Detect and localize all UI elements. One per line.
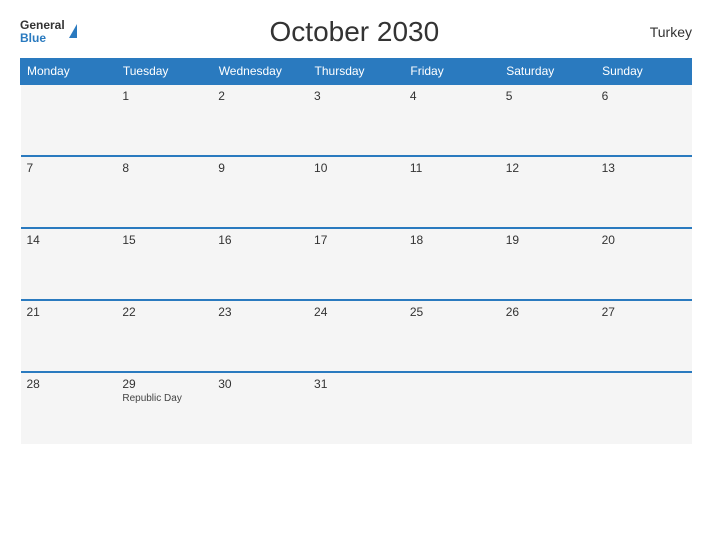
day-number: 23 [218, 305, 302, 319]
day-number: 15 [122, 233, 206, 247]
day-number: 5 [506, 89, 590, 103]
day-number: 18 [410, 233, 494, 247]
day-number: 20 [602, 233, 686, 247]
day-number: 21 [27, 305, 111, 319]
day-number: 26 [506, 305, 590, 319]
day-number: 9 [218, 161, 302, 175]
header-tuesday: Tuesday [116, 59, 212, 85]
calendar-day-cell: 4 [404, 84, 500, 156]
day-number: 3 [314, 89, 398, 103]
calendar-day-cell: 2 [212, 84, 308, 156]
day-number: 13 [602, 161, 686, 175]
day-number: 10 [314, 161, 398, 175]
calendar-week-row: 21 22 23 24 25 26 27 [21, 300, 692, 372]
day-number: 12 [506, 161, 590, 175]
header-monday: Monday [21, 59, 117, 85]
calendar-week-row: 14 15 16 17 18 19 20 [21, 228, 692, 300]
header-saturday: Saturday [500, 59, 596, 85]
logo-text: General Blue [20, 19, 65, 45]
day-number: 28 [27, 377, 111, 391]
calendar-day-cell: 12 [500, 156, 596, 228]
country-label: Turkey [632, 24, 692, 40]
day-number: 1 [122, 89, 206, 103]
logo: General Blue [20, 19, 77, 45]
day-number: 6 [602, 89, 686, 103]
header-wednesday: Wednesday [212, 59, 308, 85]
calendar-week-row: 123456 [21, 84, 692, 156]
calendar-day-cell [500, 372, 596, 444]
logo-triangle-icon [69, 24, 77, 38]
calendar-day-cell: 21 [21, 300, 117, 372]
day-number: 2 [218, 89, 302, 103]
day-number: 11 [410, 161, 494, 175]
calendar-day-cell: 31 [308, 372, 404, 444]
calendar-week-row: 28 29 Republic Day 30 31 [21, 372, 692, 444]
calendar-day-cell: 23 [212, 300, 308, 372]
day-number: 27 [602, 305, 686, 319]
holiday-label: Republic Day [122, 393, 206, 404]
calendar-day-cell: 29 Republic Day [116, 372, 212, 444]
calendar-day-cell: 30 [212, 372, 308, 444]
day-number: 16 [218, 233, 302, 247]
calendar-header: General Blue October 2030 Turkey [20, 16, 692, 48]
calendar-day-cell: 22 [116, 300, 212, 372]
calendar-day-cell: 17 [308, 228, 404, 300]
calendar-day-cell: 7 [21, 156, 117, 228]
calendar-day-cell: 8 [116, 156, 212, 228]
day-number: 14 [27, 233, 111, 247]
day-number: 17 [314, 233, 398, 247]
calendar-day-cell: 26 [500, 300, 596, 372]
calendar-day-cell: 14 [21, 228, 117, 300]
calendar-day-cell: 10 [308, 156, 404, 228]
day-number: 24 [314, 305, 398, 319]
calendar-day-cell: 11 [404, 156, 500, 228]
calendar-table: Monday Tuesday Wednesday Thursday Friday… [20, 58, 692, 444]
calendar-day-cell: 28 [21, 372, 117, 444]
day-number: 4 [410, 89, 494, 103]
day-number: 30 [218, 377, 302, 391]
header-sunday: Sunday [596, 59, 692, 85]
day-number: 29 [122, 377, 206, 391]
calendar-week-row: 789 10 11 12 13 [21, 156, 692, 228]
calendar-day-cell: 3 [308, 84, 404, 156]
calendar-day-cell: 20 [596, 228, 692, 300]
calendar-day-cell: 24 [308, 300, 404, 372]
calendar-day-cell: 19 [500, 228, 596, 300]
day-number: 22 [122, 305, 206, 319]
day-number: 8 [122, 161, 206, 175]
calendar-day-cell: 6 [596, 84, 692, 156]
calendar-day-cell: 25 [404, 300, 500, 372]
day-number: 31 [314, 377, 398, 391]
logo-blue: Blue [20, 32, 65, 45]
header-thursday: Thursday [308, 59, 404, 85]
month-title: October 2030 [77, 16, 632, 48]
calendar-day-cell: 18 [404, 228, 500, 300]
calendar-day-cell: 15 [116, 228, 212, 300]
calendar-day-cell: 5 [500, 84, 596, 156]
calendar-day-cell [596, 372, 692, 444]
calendar-day-cell [21, 84, 117, 156]
calendar-page: General Blue October 2030 Turkey Monday … [0, 0, 712, 550]
calendar-day-cell [404, 372, 500, 444]
calendar-day-cell: 9 [212, 156, 308, 228]
header-friday: Friday [404, 59, 500, 85]
calendar-day-cell: 13 [596, 156, 692, 228]
day-number: 7 [27, 161, 111, 175]
day-number: 25 [410, 305, 494, 319]
day-number: 19 [506, 233, 590, 247]
calendar-day-cell: 27 [596, 300, 692, 372]
weekday-header-row: Monday Tuesday Wednesday Thursday Friday… [21, 59, 692, 85]
calendar-day-cell: 1 [116, 84, 212, 156]
calendar-day-cell: 16 [212, 228, 308, 300]
